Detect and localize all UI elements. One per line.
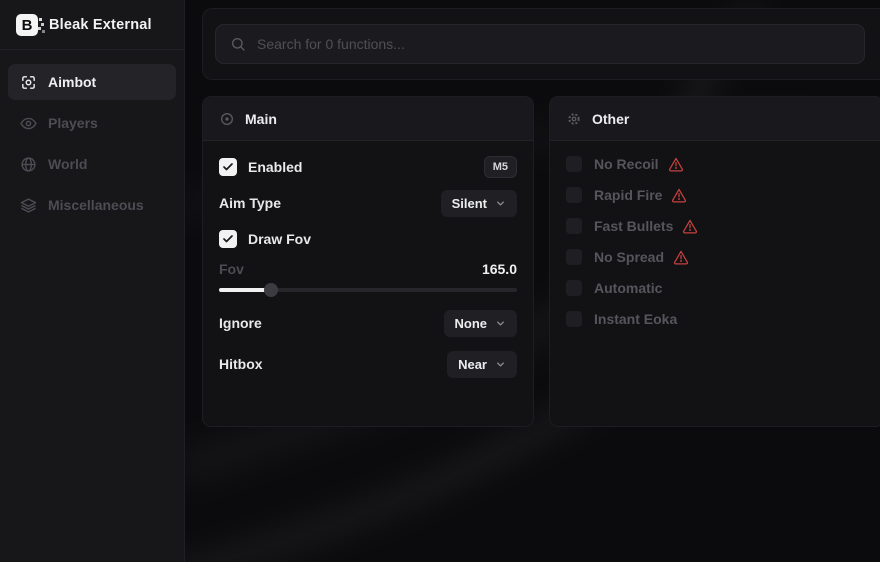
automatic-checkbox[interactable] — [566, 280, 582, 296]
search-input[interactable] — [257, 36, 850, 52]
hitbox-label: Hitbox — [219, 356, 263, 372]
chevron-down-icon — [495, 359, 506, 370]
no-recoil-label: No Recoil — [594, 156, 659, 172]
sidebar-item-players[interactable]: Players — [8, 105, 176, 141]
enabled-label: Enabled — [248, 159, 302, 175]
rapid-fire-label: Rapid Fire — [594, 187, 662, 203]
other-item-fast-bullets: Fast Bullets — [566, 215, 867, 237]
sidebar-item-world[interactable]: World — [8, 146, 176, 182]
target-icon — [219, 111, 235, 127]
keybind-badge[interactable]: M5 — [484, 156, 517, 178]
sidebar-nav: Aimbot Players World Miscellaneou — [0, 50, 184, 237]
warning-icon — [668, 156, 684, 172]
fast-bullets-checkbox[interactable] — [566, 218, 582, 234]
panel-title: Other — [592, 111, 629, 127]
aim-type-value: Silent — [452, 196, 487, 211]
fov-slider-thumb[interactable] — [264, 283, 278, 297]
instant-eoka-label: Instant Eoka — [594, 311, 677, 327]
brand: B Bleak External — [0, 0, 184, 49]
globe-icon — [20, 156, 37, 173]
automatic-label: Automatic — [594, 280, 662, 296]
chevron-down-icon — [495, 318, 506, 329]
search-icon — [230, 36, 246, 52]
aim-type-label: Aim Type — [219, 195, 281, 211]
panel-main-body: Enabled M5 Aim Type Silent — [203, 141, 533, 426]
sidebar-item-label: Aimbot — [48, 74, 96, 90]
sidebar-item-label: World — [48, 156, 87, 172]
enabled-row: Enabled M5 — [219, 153, 517, 181]
eye-icon — [20, 115, 37, 132]
app-window: B Bleak External Aimbot Players — [0, 0, 880, 562]
search-section — [202, 8, 880, 80]
check-icon — [222, 233, 234, 245]
other-item-no-spread: No Spread — [566, 246, 867, 268]
no-spread-label: No Spread — [594, 249, 664, 265]
panel-main-header: Main — [203, 97, 533, 141]
check-icon — [222, 161, 234, 173]
other-item-instant-eoka: Instant Eoka — [566, 308, 867, 330]
aim-type-select[interactable]: Silent — [441, 190, 517, 217]
ignore-label: Ignore — [219, 315, 262, 331]
other-item-no-recoil: No Recoil — [566, 153, 867, 175]
warning-icon — [671, 187, 687, 203]
draw-fov-checkbox[interactable] — [219, 230, 237, 248]
no-spread-checkbox[interactable] — [566, 249, 582, 265]
ignore-value: None — [455, 316, 488, 331]
hitbox-select[interactable]: Near — [447, 351, 517, 378]
panel-main: Main Enabled M5 Aim Type — [202, 96, 534, 427]
sidebar-item-miscellaneous[interactable]: Miscellaneous — [8, 187, 176, 223]
layers-icon — [20, 197, 37, 214]
rapid-fire-checkbox[interactable] — [566, 187, 582, 203]
fast-bullets-label: Fast Bullets — [594, 218, 673, 234]
hitbox-row: Hitbox Near — [219, 350, 517, 378]
sidebar: B Bleak External Aimbot Players — [0, 0, 185, 562]
draw-fov-label: Draw Fov — [248, 231, 311, 247]
warning-icon — [673, 249, 689, 265]
search-box[interactable] — [215, 24, 865, 64]
sidebar-item-label: Miscellaneous — [48, 197, 144, 213]
chevron-down-icon — [495, 198, 506, 209]
sidebar-item-label: Players — [48, 115, 98, 131]
other-item-rapid-fire: Rapid Fire — [566, 184, 867, 206]
panel-other-body: No Recoil Rapid Fire Fast Bullets — [550, 141, 880, 351]
other-item-automatic: Automatic — [566, 277, 867, 299]
gear-icon — [566, 111, 582, 127]
panel-other: Other No Recoil Rapid Fire — [549, 96, 880, 427]
sidebar-item-aimbot[interactable]: Aimbot — [8, 64, 176, 100]
aim-type-row: Aim Type Silent — [219, 189, 517, 217]
fov-value: 165.0 — [482, 261, 517, 277]
enabled-checkbox[interactable] — [219, 158, 237, 176]
hitbox-value: Near — [458, 357, 487, 372]
fov-slider-fill — [219, 288, 271, 292]
warning-icon — [682, 218, 698, 234]
panels-row: Main Enabled M5 Aim Type — [202, 96, 880, 427]
fov-header: Fov 165.0 — [219, 259, 517, 279]
no-recoil-checkbox[interactable] — [566, 156, 582, 172]
panel-other-header: Other — [550, 97, 880, 141]
app-logo-icon: B — [16, 14, 38, 36]
main-content: Main Enabled M5 Aim Type — [185, 0, 880, 562]
crosshair-scan-icon — [20, 74, 37, 91]
app-title: Bleak External — [49, 17, 152, 33]
fov-label: Fov — [219, 261, 244, 277]
fov-slider[interactable] — [219, 283, 517, 297]
ignore-select[interactable]: None — [444, 310, 518, 337]
instant-eoka-checkbox[interactable] — [566, 311, 582, 327]
draw-fov-row: Draw Fov — [219, 225, 517, 253]
panel-title: Main — [245, 111, 277, 127]
ignore-row: Ignore None — [219, 309, 517, 337]
